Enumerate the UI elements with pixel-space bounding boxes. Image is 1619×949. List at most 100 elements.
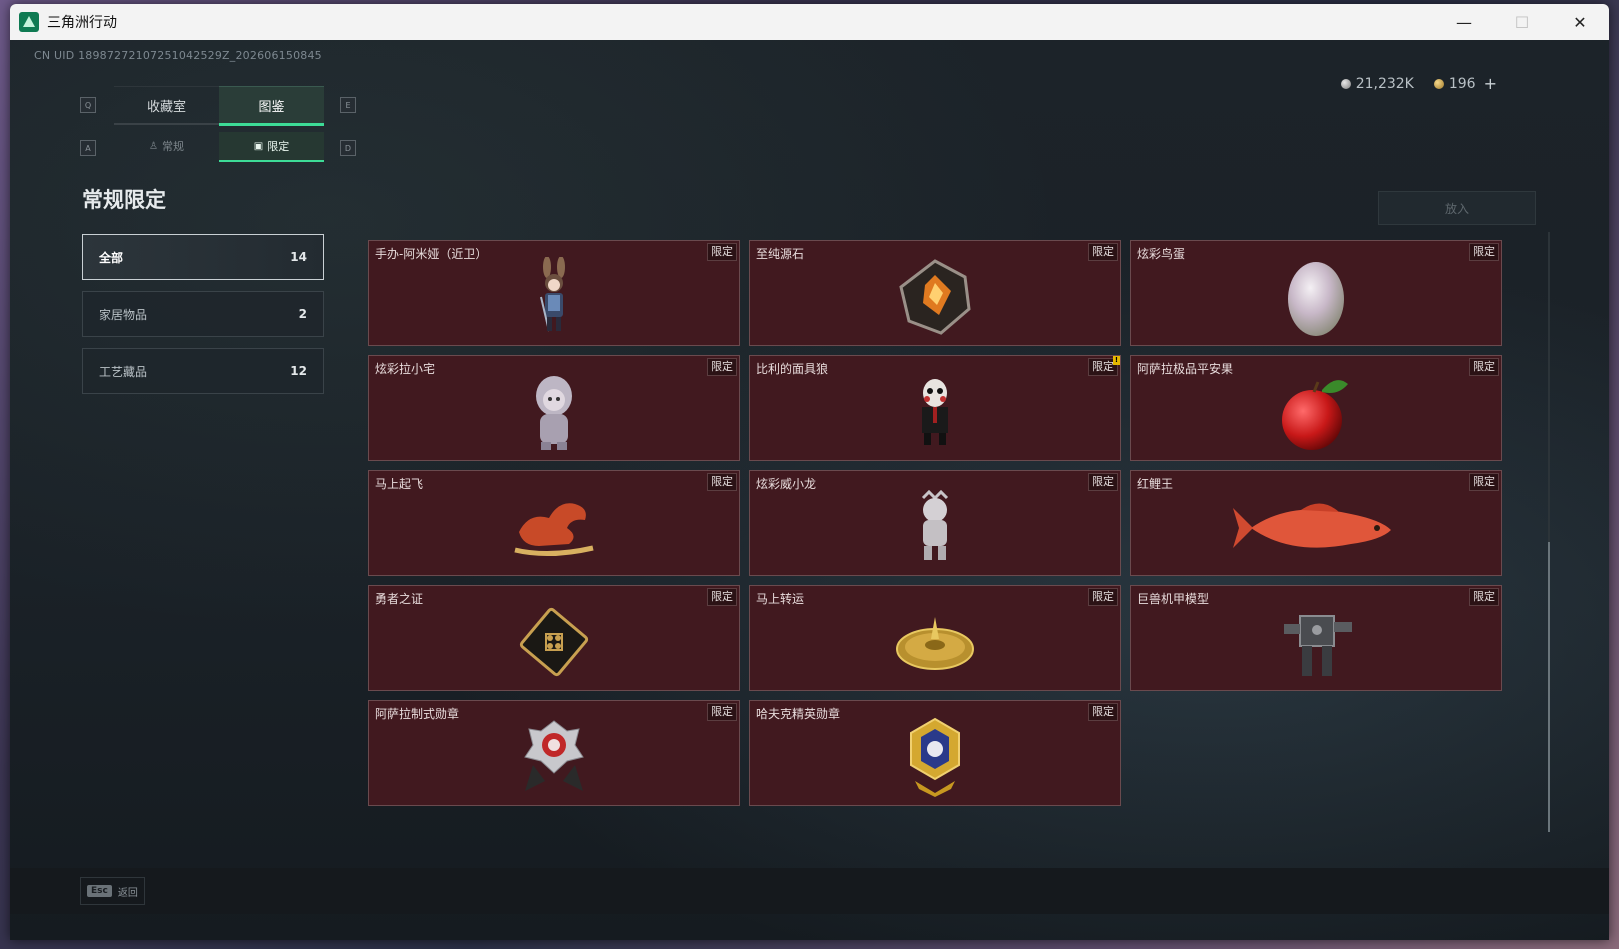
item-card[interactable]: 比利的面具狼 限定 ! — [749, 355, 1121, 461]
limited-tag: 限定 — [707, 358, 737, 376]
scrollbar[interactable] — [1548, 232, 1550, 832]
item-card[interactable]: 巨兽机甲模型 限定 — [1130, 585, 1502, 691]
item-name: 马上起飞 — [375, 477, 424, 491]
item-name: 炫彩拉小宅 — [375, 362, 436, 376]
item-name: 手办-阿米娅（近卫） — [375, 247, 488, 261]
figure-amiya-icon — [540, 257, 565, 332]
key-hint-d: D — [340, 140, 356, 156]
limited-tag: 限定 — [1469, 473, 1499, 491]
egg-icon — [1288, 262, 1344, 336]
key-hint-q: Q — [80, 97, 96, 113]
item-card[interactable]: 哈夫克精英勋章 限定 — [749, 700, 1121, 806]
tab-regular-label: 常规 — [161, 140, 184, 153]
item-name: 阿萨拉极品平安果 — [1137, 362, 1234, 376]
limited-tag: 限定 — [1469, 588, 1499, 606]
tab-limited[interactable]: ▣ 限定 — [219, 132, 324, 162]
item-card[interactable]: 炫彩鸟蛋 限定 — [1130, 240, 1502, 346]
window-title: 三角洲行动 — [47, 15, 117, 31]
sub-tabs: ♙ 常规 ▣ 限定 — [114, 132, 324, 162]
item-card[interactable]: 马上起飞 限定 — [368, 470, 740, 576]
limited-tag: 限定 — [1469, 243, 1499, 261]
item-card[interactable]: 手办-阿米娅（近卫） 限定 — [368, 240, 740, 346]
item-name: 勇者之证 — [375, 592, 424, 606]
item-card[interactable]: 至纯源石 限定 — [749, 240, 1121, 346]
item-card[interactable]: 炫彩拉小宅 限定 — [368, 355, 740, 461]
limited-tag: 限定 — [707, 243, 737, 261]
warning-icon: ! — [1113, 356, 1120, 365]
tab-collection-room[interactable]: 收藏室 — [114, 86, 219, 125]
main-tabs: 收藏室 图鉴 — [114, 86, 324, 126]
gold-amount: 196 — [1448, 75, 1476, 92]
bottom-bar: Esc 返回 — [10, 868, 1609, 914]
item-name: 哈夫克精英勋章 — [756, 707, 841, 721]
item-name: 红鲤王 — [1137, 477, 1174, 491]
filter-label: 家居物品 — [99, 307, 148, 322]
tab-limited-label: 限定 — [267, 140, 290, 153]
section-title: 常规限定 — [82, 188, 166, 212]
place-button[interactable]: 放入 — [1378, 191, 1536, 225]
app-logo-icon — [19, 12, 39, 32]
frame-icon: ▣ — [253, 140, 264, 152]
filter-label: 工艺藏品 — [99, 364, 148, 379]
item-name: 比利的面具狼 — [756, 362, 829, 376]
tab-catalog[interactable]: 图鉴 — [219, 86, 324, 126]
compass-icon — [896, 617, 974, 670]
item-card[interactable]: 阿萨拉制式勋章 限定 — [368, 700, 740, 806]
card-icon — [519, 607, 589, 677]
app-window: 三角洲行动 — ☐ ✕ CN UID 18987272107251042529Z… — [10, 4, 1609, 940]
silver-amount: 21,232K — [1355, 75, 1414, 92]
tab-regular[interactable]: ♙ 常规 — [114, 132, 219, 160]
minimize-button[interactable]: — — [1435, 4, 1493, 40]
item-card[interactable]: 阿萨拉极品平安果 限定 — [1130, 355, 1502, 461]
filter-all[interactable]: 全部 14 — [82, 234, 324, 280]
filter-craft[interactable]: 工艺藏品 12 — [82, 348, 324, 394]
item-name: 巨兽机甲模型 — [1137, 592, 1210, 606]
figure-hooded-icon — [536, 376, 572, 450]
badge-icon — [910, 717, 960, 797]
limited-tag: 限定 — [1088, 473, 1118, 491]
item-card[interactable]: 红鲤王 限定 — [1130, 470, 1502, 576]
key-hint-e: E — [340, 97, 356, 113]
back-button[interactable]: Esc 返回 — [80, 877, 145, 905]
item-card[interactable]: 勇者之证 限定 — [368, 585, 740, 691]
item-name: 马上转运 — [756, 592, 805, 606]
back-label: 返回 — [117, 887, 138, 899]
esc-key: Esc — [87, 885, 112, 897]
gold-coin-icon — [1433, 78, 1444, 89]
carp-icon — [1233, 503, 1391, 548]
medal-icon — [524, 720, 584, 791]
person-icon: ♙ — [149, 140, 158, 152]
item-name: 阿萨拉制式勋章 — [375, 707, 460, 721]
limited-tag: 限定 — [707, 473, 737, 491]
filter-label: 全部 — [99, 250, 124, 265]
close-button[interactable]: ✕ — [1551, 4, 1609, 40]
figure-dragon-icon — [921, 490, 949, 560]
add-currency-button[interactable]: + — [1484, 74, 1497, 93]
apple-icon — [1282, 380, 1348, 450]
currency-bar: 21,232K 196 + — [1340, 74, 1497, 93]
limited-tag: 限定 — [707, 588, 737, 606]
title-bar: 三角洲行动 — ☐ ✕ — [10, 4, 1609, 40]
puppet-icon — [922, 379, 948, 445]
filter-count: 12 — [290, 364, 307, 378]
limited-tag: 限定 — [1088, 703, 1118, 721]
key-hint-a: A — [80, 140, 96, 156]
item-name: 至纯源石 — [756, 247, 805, 261]
limited-tag: 限定 — [1088, 243, 1118, 261]
silver-coin-icon — [1340, 78, 1351, 89]
item-card[interactable]: 炫彩威小龙 限定 — [749, 470, 1121, 576]
limited-tag: 限定 — [707, 703, 737, 721]
filter-home[interactable]: 家居物品 2 — [82, 291, 324, 337]
item-name: 炫彩威小龙 — [756, 477, 817, 491]
mech-icon — [1284, 615, 1352, 676]
limited-tag: 限定 — [1088, 588, 1118, 606]
uid-text: CN UID 18987272107251042529Z_20260615084… — [34, 49, 322, 62]
originium-icon — [899, 259, 971, 335]
scroll-thumb[interactable] — [1548, 542, 1550, 832]
filter-count: 14 — [290, 250, 307, 264]
maximize-button[interactable]: ☐ — [1493, 4, 1551, 40]
item-card[interactable]: 马上转运 限定 — [749, 585, 1121, 691]
limited-tag: 限定 — [1469, 358, 1499, 376]
horse-icon — [514, 503, 594, 557]
item-name: 炫彩鸟蛋 — [1137, 247, 1186, 261]
